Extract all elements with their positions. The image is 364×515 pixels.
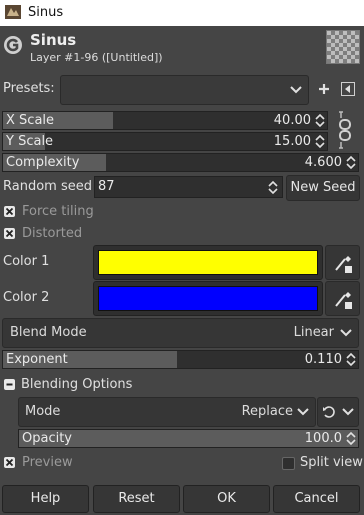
random-seed-input[interactable]: 87 [94,176,283,198]
menu-arrow-icon[interactable] [341,82,355,96]
blending-options-expander[interactable] [4,379,15,390]
random-seed-label: Random seed [3,179,92,194]
chevron-down-icon [290,86,302,94]
spin-arrows-icon[interactable] [346,431,356,446]
dialog-title: Sinus [30,31,77,49]
color1-swatch [98,250,318,275]
y-scale-label: Y Scale [6,134,54,149]
blend-mode-combo[interactable]: Blend Mode Linear [2,318,359,348]
preview-label: Preview [22,455,73,470]
exponent-label: Exponent [6,352,68,367]
ok-button[interactable]: OK [183,485,270,513]
reset-button[interactable]: Reset [93,485,180,513]
force-tiling-checkbox[interactable] [4,206,15,217]
x-scale-label: X Scale [6,113,55,128]
opacity-label: Opacity [22,431,73,446]
presets-combo[interactable] [60,75,309,105]
split-view-checkbox[interactable] [282,457,295,470]
chevron-down-icon [342,408,354,416]
spin-arrows-icon[interactable] [346,155,356,170]
x-scale-slider[interactable]: X Scale 40.00 [2,111,328,130]
window-titlebar: Sinus [0,0,364,26]
random-seed-value: 87 [98,179,115,194]
chevron-down-icon [340,329,352,337]
mode-combo[interactable]: Mode Replace [18,397,316,427]
color-picker-icon [335,256,352,273]
collapse-icon [6,383,13,386]
window-title: Sinus [28,5,64,20]
cancel-button[interactable]: Cancel [273,485,360,513]
color2-button[interactable] [93,281,323,316]
gimp-logo-icon [4,36,22,54]
y-scale-value: 15.00 [273,134,311,149]
presets-label: Presets: [3,81,55,96]
color1-label: Color 1 [3,254,50,269]
blending-options-label: Blending Options [21,377,133,392]
split-view-label: Split view [300,455,363,470]
exponent-slider[interactable]: Exponent 0.110 [2,350,359,369]
blend-mode-label: Blend Mode [10,325,87,340]
preview-checkbox[interactable] [4,457,15,468]
gimp-app-icon [5,5,21,19]
mode-reset-icon [323,406,335,418]
plus-icon[interactable] [318,83,330,95]
color1-picker-button[interactable] [325,245,360,280]
chain-link-icon[interactable] [336,110,354,150]
check-x-icon [5,207,14,216]
layer-thumbnail [326,30,360,64]
exponent-value: 0.110 [304,352,342,367]
color2-picker-button[interactable] [325,281,360,316]
force-tiling-label: Force tiling [22,204,94,219]
x-scale-value: 40.00 [273,113,311,128]
distorted-label: Distorted [22,226,83,241]
color-picker-icon [335,292,352,309]
check-x-icon [5,458,14,467]
help-button[interactable]: Help [2,485,89,513]
color1-button[interactable] [93,245,323,280]
mode-label: Mode [25,404,61,419]
spin-arrows-icon[interactable] [346,352,356,367]
distorted-checkbox[interactable] [4,228,15,239]
y-scale-slider[interactable]: Y Scale 15.00 [2,132,328,151]
new-seed-button[interactable]: New Seed [286,175,360,201]
opacity-slider[interactable]: Opacity 100.0 [18,429,359,448]
complexity-slider[interactable]: Complexity 4.600 [2,153,359,172]
mode-options-combo[interactable] [317,397,359,427]
spin-arrows-icon[interactable] [315,134,325,149]
complexity-value: 4.600 [304,155,342,170]
color2-label: Color 2 [3,290,50,305]
chevron-down-icon [297,408,309,416]
spin-arrows-icon[interactable] [315,113,325,128]
spin-arrows-icon[interactable] [268,180,278,195]
check-x-icon [5,229,14,238]
dialog-header: Sinus Layer #1-96 ([Untitled]) [0,26,364,72]
dialog-subtitle: Layer #1-96 ([Untitled]) [30,51,163,64]
blend-mode-value: Linear [293,325,334,340]
opacity-value: 100.0 [304,431,342,446]
color2-swatch [98,286,318,311]
mode-value: Replace [241,404,293,419]
complexity-label: Complexity [6,155,80,170]
